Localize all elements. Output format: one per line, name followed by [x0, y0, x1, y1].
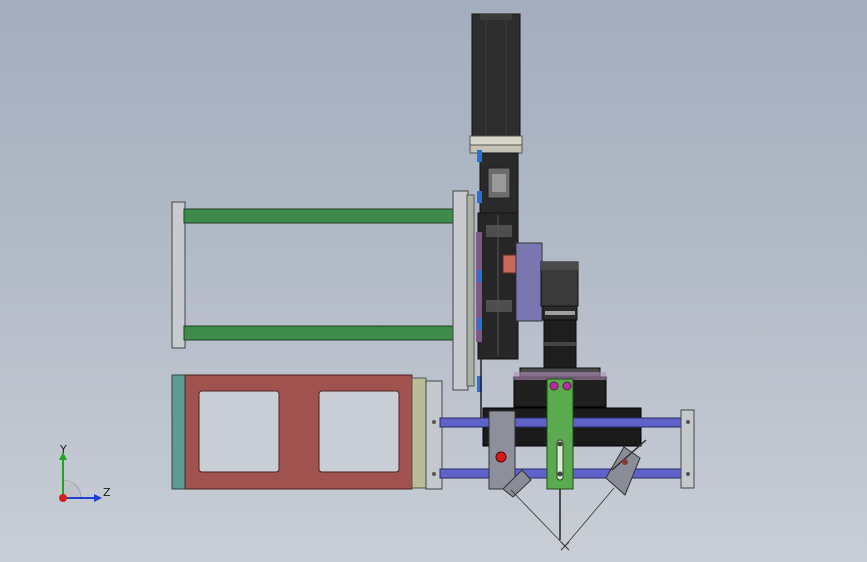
blue-clip-2[interactable]	[477, 191, 482, 203]
slider-block-left[interactable]	[488, 410, 516, 490]
projection-line-left	[510, 489, 566, 547]
purple-mount-plate[interactable]	[515, 242, 543, 322]
focus-point-marker	[560, 541, 570, 551]
right-end-plate-upper-b[interactable]	[466, 194, 475, 387]
sensor-bracket-assembly[interactable]	[488, 378, 647, 551]
teal-end-plate[interactable]	[171, 374, 187, 490]
green-rail-top[interactable]	[183, 208, 457, 224]
right-end-plate-upper-a[interactable]	[452, 190, 469, 391]
blue-clip-1[interactable]	[477, 150, 482, 162]
olive-spacer[interactable]	[411, 377, 427, 489]
vertical-column[interactable]	[469, 13, 523, 420]
projection-line-right	[564, 487, 615, 547]
frame-window-left[interactable]	[198, 390, 280, 473]
green-rail-bottom[interactable]	[183, 325, 457, 341]
lower-frame[interactable]	[171, 374, 443, 490]
servo-motor-body[interactable]	[471, 13, 521, 137]
upper-rail-assembly[interactable]	[171, 190, 475, 391]
red-knob[interactable]	[495, 451, 507, 463]
axis-y-label: Y	[60, 443, 67, 456]
frame-window-right[interactable]	[318, 390, 400, 473]
angled-sensor-right[interactable]	[605, 439, 647, 496]
blue-clip-4[interactable]	[477, 318, 482, 330]
motor-flange[interactable]	[469, 135, 523, 146]
axis-z-label: Z	[103, 486, 111, 499]
left-end-plate-upper[interactable]	[171, 201, 186, 349]
coordinate-triad	[59, 452, 102, 502]
cad-viewport[interactable]: Y Z	[0, 0, 867, 562]
blue-clip-3[interactable]	[477, 270, 482, 282]
assembly-model[interactable]	[0, 0, 867, 562]
